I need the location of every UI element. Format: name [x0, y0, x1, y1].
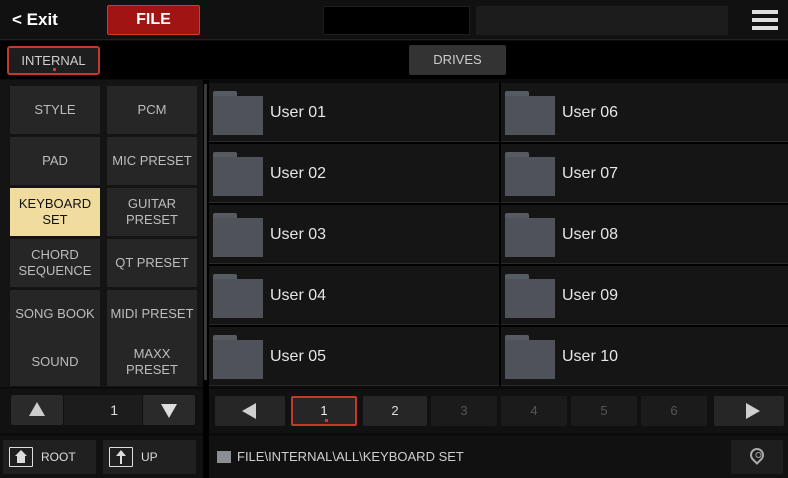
navigation-bar: ROOT UP — [0, 436, 203, 478]
folder-icon — [505, 335, 555, 379]
category-mic-preset[interactable]: MIC PRESET — [107, 137, 197, 185]
folder-item[interactable]: User 04 — [209, 266, 499, 325]
path-bar: FILE\INTERNAL\ALL\KEYBOARD SET — [209, 436, 788, 478]
page-button-4[interactable]: 4 — [501, 396, 567, 426]
top-display-box — [323, 6, 470, 35]
category-scroll-down-button[interactable] — [143, 395, 195, 425]
folder-name: User 07 — [562, 165, 619, 182]
arrow-right-icon — [746, 403, 760, 419]
drives-button[interactable]: DRIVES — [409, 45, 506, 75]
arrow-left-icon — [242, 403, 256, 419]
category-chord-sequence[interactable]: CHORD SEQUENCE — [10, 239, 100, 287]
home-icon — [9, 447, 33, 467]
internal-label: INTERNAL — [21, 53, 86, 68]
folder-name: User 10 — [562, 348, 619, 365]
folder-name: User 01 — [270, 104, 327, 121]
arrow-up-icon — [29, 402, 45, 416]
folder-icon — [213, 91, 263, 135]
category-pad[interactable]: PAD — [10, 137, 100, 185]
root-label: ROOT — [41, 450, 76, 464]
hamburger-menu-icon[interactable] — [752, 10, 778, 30]
category-style[interactable]: STYLE — [10, 86, 100, 134]
folder-item[interactable]: User 01 — [209, 83, 499, 142]
location-pin-icon — [747, 445, 767, 465]
arrow-down-icon — [161, 404, 177, 418]
top-bar: < Exit FILE — [0, 0, 788, 40]
category-scroll-up-button[interactable] — [11, 395, 63, 425]
page-button-3[interactable]: 3 — [431, 396, 497, 426]
folder-icon — [213, 335, 263, 379]
file-tab[interactable]: FILE — [107, 5, 200, 35]
category-song-book[interactable]: SONG BOOK — [10, 290, 100, 338]
folder-name: User 06 — [562, 104, 619, 121]
source-bar: INTERNAL DRIVES — [0, 41, 788, 79]
folder-icon — [505, 152, 555, 196]
folder-icon — [505, 91, 555, 135]
folder-icon — [217, 451, 231, 463]
folder-icon — [213, 152, 263, 196]
category-sound[interactable]: SOUND — [10, 338, 100, 386]
folder-icon — [213, 274, 263, 318]
folder-name: User 08 — [562, 226, 619, 243]
current-path: FILE\INTERNAL\ALL\KEYBOARD SET — [237, 449, 464, 464]
folder-item[interactable]: User 09 — [501, 266, 788, 325]
folder-name: User 04 — [270, 287, 327, 304]
category-guitar-preset[interactable]: GUITAR PRESET — [107, 188, 197, 236]
selected-dot-icon — [325, 419, 328, 422]
folder-item[interactable]: User 07 — [501, 144, 788, 203]
top-info-box — [476, 6, 728, 35]
category-scrollbar[interactable] — [204, 84, 207, 380]
up-arrow-icon — [109, 447, 133, 467]
page-button-2[interactable]: 2 — [363, 396, 427, 426]
folder-item[interactable]: User 03 — [209, 205, 499, 264]
page-button-6[interactable]: 6 — [641, 396, 707, 426]
category-pcm[interactable]: PCM — [107, 86, 197, 134]
category-qt-preset[interactable]: QT PRESET — [107, 239, 197, 287]
next-page-button[interactable] — [714, 396, 784, 426]
folder-item[interactable]: User 06 — [501, 83, 788, 142]
location-pin-button[interactable] — [731, 440, 783, 474]
internal-button[interactable]: INTERNAL — [7, 46, 100, 75]
folder-grid: User 01 User 02 User 03 User 04 User 05 … — [209, 83, 788, 386]
folder-name: User 09 — [562, 287, 619, 304]
page-bar: 1 2 3 4 5 6 — [209, 389, 788, 433]
category-keyboard-set[interactable]: KEYBOARD SET — [10, 188, 100, 236]
folder-item[interactable]: User 05 — [209, 327, 499, 386]
folder-item[interactable]: User 02 — [209, 144, 499, 203]
category-page-number: 1 — [64, 395, 142, 425]
folder-icon — [505, 274, 555, 318]
category-panel: STYLE PCM PAD MIC PRESET KEYBOARD SET GU… — [0, 80, 203, 387]
page-label: 1 — [320, 403, 328, 418]
selected-dot-icon — [53, 68, 56, 71]
folder-item[interactable]: User 08 — [501, 205, 788, 264]
page-button-5[interactable]: 5 — [571, 396, 637, 426]
exit-button[interactable]: < Exit — [6, 6, 102, 34]
folder-name: User 05 — [270, 348, 327, 365]
up-button[interactable]: UP — [103, 440, 196, 474]
page-button-1[interactable]: 1 — [291, 396, 357, 426]
up-label: UP — [141, 450, 158, 464]
folder-item[interactable]: User 10 — [501, 327, 788, 386]
folder-name: User 03 — [270, 226, 327, 243]
root-button[interactable]: ROOT — [3, 440, 96, 474]
folder-icon — [505, 213, 555, 257]
prev-page-button[interactable] — [215, 396, 285, 426]
folder-icon — [213, 213, 263, 257]
category-midi-preset[interactable]: MIDI PRESET — [107, 290, 197, 338]
category-maxx-preset[interactable]: MAXX PRESET — [107, 338, 197, 386]
folder-name: User 02 — [270, 165, 327, 182]
category-pager: 1 — [0, 389, 203, 433]
